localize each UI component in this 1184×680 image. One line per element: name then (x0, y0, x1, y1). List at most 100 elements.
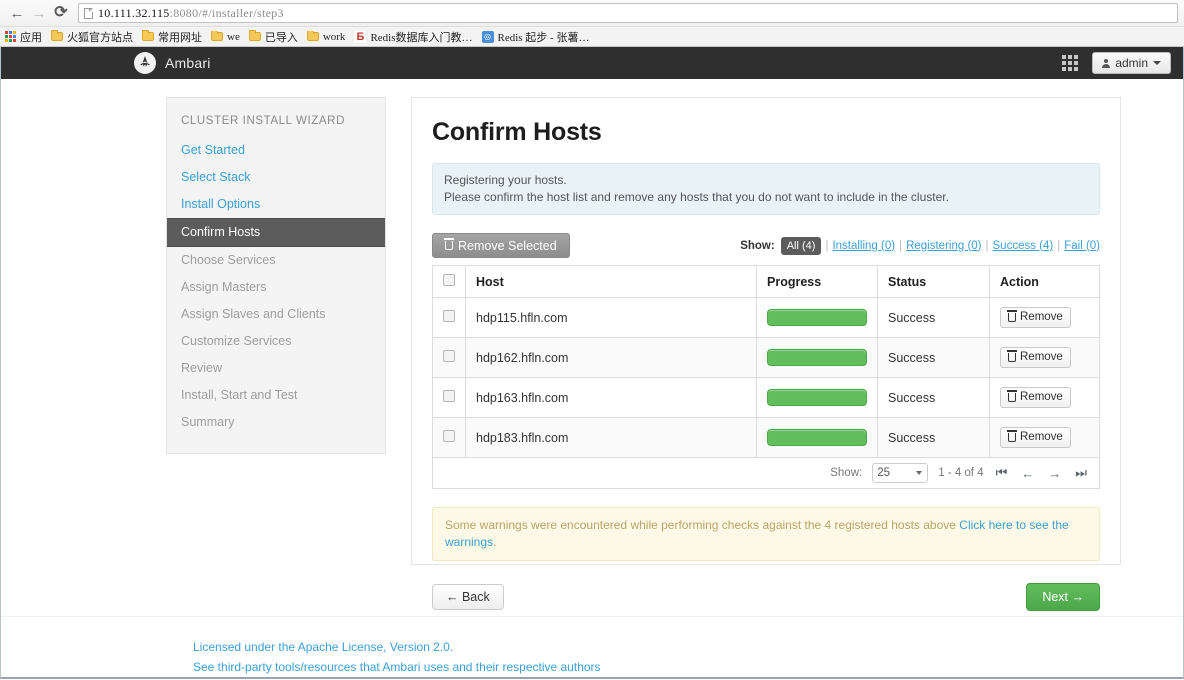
bookmark-item[interactable]: 已导入 (248, 29, 298, 45)
info-alert-line1: Registering your hosts. (444, 173, 567, 187)
bookmark-item[interactable]: Ƃ Redis数据库入门教… (354, 29, 473, 45)
top-navbar: Ambari admin (1, 47, 1183, 79)
license-link[interactable]: Licensed under the Apache License, Versi… (193, 637, 1183, 657)
progress-bar (767, 389, 867, 406)
bookmark-item[interactable]: 常用网址 (142, 29, 202, 45)
select-all-cell (432, 265, 466, 298)
page-size-select[interactable]: 10 25 50 100 (872, 463, 929, 483)
bookmark-label: work (322, 30, 346, 43)
row-checkbox[interactable] (443, 310, 455, 322)
row-select-cell (432, 377, 466, 418)
filter-show-label: Show: (740, 239, 775, 252)
brand[interactable]: Ambari (134, 52, 211, 74)
page-next-icon[interactable]: → (1046, 466, 1063, 481)
page-title: Confirm Hosts (432, 118, 602, 146)
sidebar-item-get-started[interactable]: Get Started (167, 137, 385, 164)
redis-favicon: Ƃ (354, 30, 367, 43)
filter-separator: | (825, 239, 829, 252)
reload-icon[interactable]: ⟳ (50, 2, 72, 24)
navbar-right: admin (1062, 52, 1171, 74)
url-host: 10.111.32.115 (98, 5, 170, 20)
row-progress-cell (756, 417, 878, 458)
progress-bar (767, 429, 867, 446)
page-size-wrap: 10 25 50 100 (872, 463, 929, 483)
table-toolbar: Remove Selected Show: All (4) | Installi… (432, 233, 1100, 258)
sidebar-item-install-start-and-test: Install, Start and Test (181, 388, 298, 402)
row-select-cell (432, 417, 466, 458)
page-last-icon[interactable]: ⏭ (1073, 465, 1089, 481)
row-progress-cell (756, 337, 878, 378)
bookmark-item[interactable]: 火狐官方站点 (51, 29, 133, 45)
filter-installing[interactable]: Installing (0) (832, 240, 895, 252)
remove-host-button[interactable]: Remove (1000, 347, 1071, 368)
page-first-icon[interactable]: ⏮ (994, 465, 1010, 481)
bookmark-label: we (227, 30, 240, 43)
filter-fail[interactable]: Fail (0) (1064, 240, 1100, 252)
back-button[interactable]: ← Back (432, 584, 504, 610)
pagination-range: 1 - 4 of 4 (938, 467, 984, 479)
sidebar-item-install-options[interactable]: Install Options (167, 191, 385, 218)
table-row: hdp162.hfln.com Success Remove (432, 337, 1100, 378)
bookmark-label: 火狐官方站点 (67, 31, 133, 44)
warning-tail: . (493, 535, 497, 549)
row-status: Success (877, 337, 990, 378)
row-status: Success (877, 377, 990, 418)
folder-icon (248, 30, 261, 41)
table-row: hdp163.hfln.com Success Remove (432, 377, 1100, 418)
address-bar[interactable]: 10.111.32.115:8080/#/installer/step3 (78, 3, 1178, 23)
browser-toolbar: ← → ⟳ 10.111.32.115:8080/#/installer/ste… (0, 0, 1184, 26)
trash-icon (444, 238, 454, 250)
warning-text: Some warnings were encountered while per… (445, 518, 960, 532)
next-button[interactable]: Next → (1026, 583, 1100, 611)
remove-host-button[interactable]: Remove (1000, 387, 1071, 408)
row-select-cell (432, 337, 466, 378)
user-menu-label: admin (1115, 56, 1148, 70)
apps-grid-icon (5, 31, 16, 42)
row-checkbox[interactable] (443, 430, 455, 442)
grid-icon[interactable] (1062, 55, 1079, 71)
back-icon[interactable]: ← (6, 2, 28, 24)
bookmarks-bar: 应用 火狐官方站点 常用网址 we 已导入 work Ƃ Redis数据库入门教… (0, 26, 1184, 46)
body-area: CLUSTER INSTALL WIZARD Get Started Selec… (1, 79, 1183, 616)
ambari-logo-icon (134, 52, 156, 74)
row-action-cell: Remove (989, 377, 1100, 418)
sidebar-item-assign-slaves-and-clients: Assign Slaves and Clients (181, 307, 326, 321)
folder-icon (142, 30, 154, 41)
row-host: hdp162.hfln.com (465, 337, 757, 378)
caret-down-icon (1153, 61, 1161, 65)
table-row: hdp183.hfln.com Success Remove (432, 417, 1100, 458)
wizard-title: CLUSTER INSTALL WIZARD (181, 115, 345, 127)
filter-registering[interactable]: Registering (0) (906, 240, 981, 252)
bookmark-item[interactable]: work (306, 30, 346, 43)
bookmark-apps[interactable]: 应用 (5, 29, 42, 45)
info-alert-line2: Please confirm the host list and remove … (444, 190, 949, 204)
sidebar-item-review: Review (181, 361, 222, 375)
folder-icon (51, 30, 63, 41)
row-checkbox[interactable] (443, 390, 455, 402)
row-checkbox[interactable] (443, 350, 455, 362)
column-status: Status (877, 265, 990, 298)
sidebar-item-select-stack[interactable]: Select Stack (167, 164, 385, 191)
remove-host-button[interactable]: Remove (1000, 307, 1071, 328)
trash-icon (1007, 310, 1017, 322)
remove-host-button[interactable]: Remove (1000, 427, 1071, 448)
row-host: hdp183.hfln.com (465, 417, 757, 458)
column-progress: Progress (756, 265, 878, 298)
filter-separator: | (1057, 239, 1061, 252)
page-prev-icon[interactable]: ← (1019, 466, 1036, 481)
select-all-checkbox[interactable] (443, 274, 455, 286)
thirdparty-link[interactable]: See third-party tools/resources that Amb… (193, 657, 1183, 677)
filter-success[interactable]: Success (4) (993, 240, 1054, 252)
row-host: hdp115.hfln.com (465, 297, 757, 338)
bookmark-item[interactable]: we (211, 30, 240, 43)
bookmark-item[interactable]: ◎ Redis 起步 - 张薯… (481, 29, 589, 45)
sidebar-item-confirm-hosts[interactable]: Confirm Hosts (167, 218, 385, 247)
user-menu-button[interactable]: admin (1092, 52, 1171, 74)
url-path: :8080/#/installer/step3 (169, 5, 284, 20)
row-action-cell: Remove (989, 297, 1100, 338)
filter-all[interactable]: All (4) (780, 236, 822, 255)
remove-selected-button[interactable]: Remove Selected (432, 233, 570, 258)
forward-icon[interactable]: → (28, 2, 50, 24)
filter-separator: | (899, 239, 903, 252)
hosts-table: Host Progress Status Action hdp115.hfln.… (432, 265, 1100, 458)
